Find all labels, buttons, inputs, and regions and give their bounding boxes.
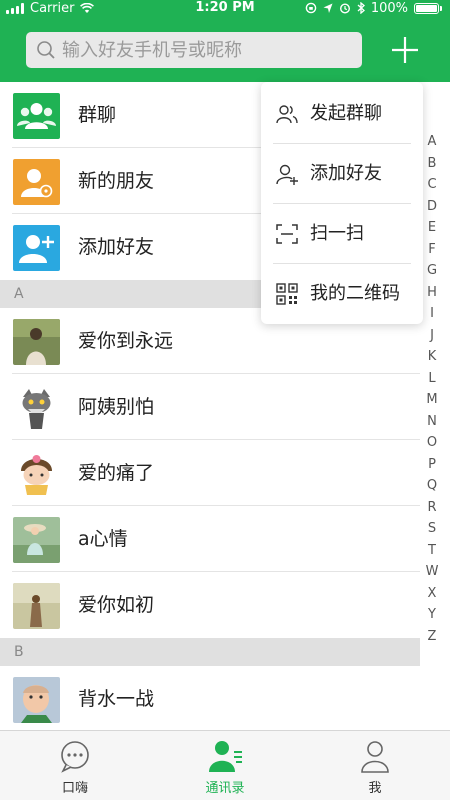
battery-icon — [414, 2, 439, 14]
status-right: 100% — [305, 0, 442, 16]
list-item-label: 新的朋友 — [78, 170, 155, 192]
search-box[interactable] — [26, 32, 362, 68]
menu-item-start-group-chat[interactable]: 发起群聊 — [261, 84, 423, 144]
menu-item-label: 添加好友 — [310, 163, 382, 184]
contact-avatar — [13, 677, 60, 723]
tab-label: 通讯录 — [205, 781, 245, 796]
tab-contacts[interactable]: 通讯录 — [150, 731, 300, 800]
contact-avatar — [13, 583, 60, 629]
contact-avatar — [13, 451, 60, 497]
new-friend-icon — [13, 159, 60, 205]
alphabet-index-letter[interactable]: B — [420, 153, 444, 175]
rotation-lock-icon — [305, 2, 317, 14]
alphabet-index-letter[interactable]: H — [420, 282, 444, 304]
tab-me[interactable]: 我 — [300, 731, 450, 800]
alphabet-index-letter[interactable]: K — [420, 346, 444, 368]
contact-name: 背水一战 — [78, 688, 155, 710]
contact-avatar — [13, 385, 60, 431]
alphabet-index-letter[interactable]: E — [420, 217, 444, 239]
alphabet-index-letter[interactable]: J — [420, 325, 444, 347]
alphabet-index-letter[interactable]: F — [420, 239, 444, 261]
contact-row[interactable]: 爱的痛了 — [0, 440, 420, 506]
alphabet-index-letter[interactable]: T — [420, 540, 444, 562]
contact-avatar — [13, 517, 60, 563]
alphabet-index-letter[interactable]: R — [420, 497, 444, 519]
contact-name: 爱你如初 — [78, 594, 155, 616]
alphabet-index-letter[interactable]: G — [420, 260, 444, 282]
alphabet-index-letter[interactable]: C — [420, 174, 444, 196]
tab-label: 我 — [368, 781, 382, 796]
chat-bubble-icon — [61, 741, 89, 773]
alphabet-index-letter[interactable]: W — [420, 561, 444, 583]
contact-row[interactable]: 阿姨别怕 — [0, 374, 420, 440]
search-input[interactable] — [62, 39, 352, 61]
alphabet-index-letter[interactable]: L — [420, 368, 444, 390]
menu-item-label: 我的二维码 — [310, 283, 400, 304]
contact-name: a心情 — [78, 528, 128, 550]
menu-item-add-friend[interactable]: 添加好友 — [261, 144, 423, 204]
add-friend-icon — [276, 164, 298, 185]
menu-item-scan[interactable]: 扫一扫 — [261, 204, 423, 264]
contact-row[interactable]: 爱你如初 — [0, 572, 420, 638]
header: Carrier 1:20 PM 100% — [0, 0, 450, 82]
alphabet-index-letter[interactable]: S — [420, 518, 444, 540]
menu-item-label: 发起群聊 — [310, 103, 382, 124]
list-item-label: 添加好友 — [78, 236, 155, 258]
qr-code-icon — [276, 283, 298, 305]
alphabet-index-letter[interactable]: X — [420, 583, 444, 605]
contact-name: 阿姨别怕 — [78, 396, 155, 418]
battery-tip — [440, 5, 442, 11]
alphabet-index-letter[interactable]: N — [420, 411, 444, 433]
location-icon — [323, 3, 333, 13]
add-button[interactable] — [388, 33, 422, 67]
alphabet-index-letter[interactable]: O — [420, 432, 444, 454]
contact-name: 爱你到永远 — [78, 330, 174, 352]
add-friend-icon — [13, 225, 60, 271]
alphabet-index-letter[interactable]: A — [420, 131, 444, 153]
section-header-b: B — [0, 638, 420, 666]
contact-row[interactable]: 背水一战 — [0, 666, 420, 730]
tab-chat[interactable]: 口嗨 — [0, 731, 150, 800]
person-icon — [361, 741, 389, 773]
group-chat-icon — [276, 105, 298, 124]
alphabet-index-letter[interactable]: P — [420, 454, 444, 476]
bluetooth-icon — [357, 2, 365, 14]
popup-menu: 发起群聊 添加好友 扫一扫 我的二维码 — [261, 82, 423, 324]
alphabet-index-letter[interactable]: Z — [420, 626, 444, 648]
menu-item-label: 扫一扫 — [310, 223, 364, 244]
tab-bar: 口嗨 通讯录 我 — [0, 730, 450, 800]
list-item-label: 群聊 — [78, 104, 117, 126]
contacts-icon — [209, 741, 242, 772]
alarm-icon — [339, 3, 350, 14]
contact-name: 爱的痛了 — [78, 462, 155, 484]
alphabet-index-letter[interactable]: Y — [420, 604, 444, 626]
battery-label: 100% — [370, 0, 408, 16]
alphabet-index[interactable]: ABCDEFGHIJKLMNOPQRSTWXYZ — [420, 131, 444, 647]
tab-label: 口嗨 — [61, 781, 88, 796]
alphabet-index-letter[interactable]: I — [420, 303, 444, 325]
contact-row[interactable]: a心情 — [0, 506, 420, 572]
alphabet-index-letter[interactable]: Q — [420, 475, 444, 497]
menu-item-my-qr-code[interactable]: 我的二维码 — [261, 264, 423, 324]
group-chat-icon — [13, 93, 60, 139]
contact-avatar — [13, 319, 60, 365]
scan-icon — [276, 224, 298, 244]
status-bar: Carrier 1:20 PM 100% — [0, 0, 450, 16]
alphabet-index-letter[interactable]: M — [420, 389, 444, 411]
search-icon — [37, 41, 55, 59]
alphabet-index-letter[interactable]: D — [420, 196, 444, 218]
